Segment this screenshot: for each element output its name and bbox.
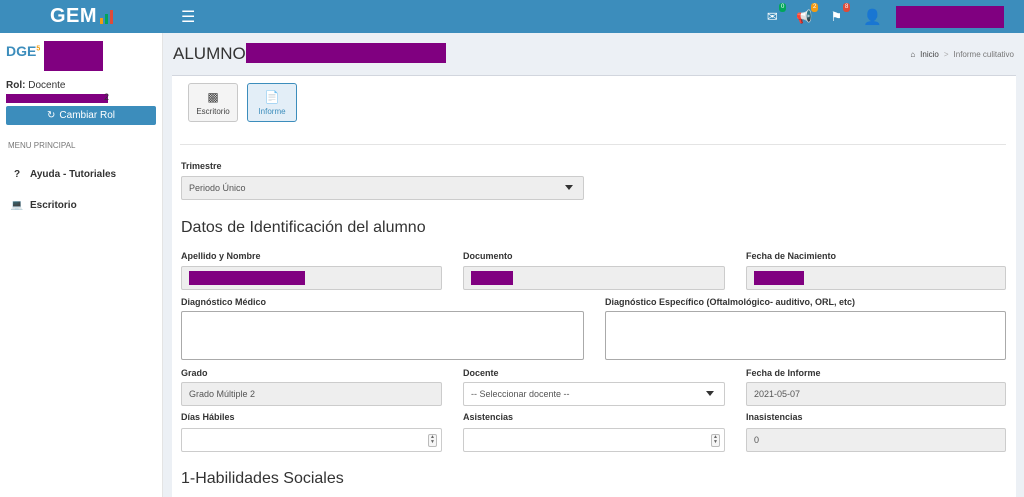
cambiar-rol-button[interactable]: ↻ Cambiar Rol	[6, 106, 156, 125]
breadcrumb: ⌂ Inicio > Informe culitativo	[910, 50, 1014, 59]
grado-field[interactable]: Grado Múltiple 2	[181, 382, 442, 406]
sidebar-item-label: Ayuda - Tutoriales	[30, 168, 117, 180]
app-logo[interactable]: GEM	[0, 0, 163, 33]
asistencias-label: Asistencias	[463, 412, 514, 422]
spinner-icon[interactable]: ▲ ▼	[711, 434, 720, 447]
sidebar-item-escritorio[interactable]: 💻 Escritorio	[0, 195, 163, 215]
sidebar: DGE5 Rol: Docente 2 ↻ Cambiar Rol MENU P…	[0, 33, 163, 497]
fecha-informe-value: 2021-05-07	[754, 389, 801, 399]
brand-text: DGE	[6, 43, 37, 59]
menu-header: MENU PRINCIPAL	[8, 141, 76, 150]
asistencias-input[interactable]: ▲ ▼	[463, 428, 725, 452]
document-icon: 📄	[264, 89, 280, 104]
brand-logo: DGE5	[6, 43, 40, 59]
trimestre-label: Trimestre	[181, 161, 222, 171]
documento-field[interactable]	[463, 266, 725, 290]
fecha-informe-field[interactable]: 2021-05-07	[746, 382, 1006, 406]
breadcrumb-current: Informe culitativo	[953, 50, 1014, 59]
tab-informe[interactable]: 📄 Informe	[247, 83, 297, 122]
diagnostico-medico-textarea[interactable]	[181, 311, 584, 360]
id-card-icon: ▩	[207, 89, 219, 104]
dias-habiles-input[interactable]: ▲ ▼	[181, 428, 442, 452]
docente-select[interactable]: -- Seleccionar docente --	[463, 382, 725, 406]
user-icon[interactable]: 👤	[863, 8, 882, 26]
inasistencias-label: Inasistencias	[746, 412, 803, 422]
school-redacted	[6, 94, 108, 103]
trimestre-select[interactable]: Periodo Único	[181, 176, 584, 200]
hamburger-icon[interactable]: ☰	[181, 7, 195, 27]
fecha-nacimiento-field[interactable]	[746, 266, 1006, 290]
inasistencias-field[interactable]: 0	[746, 428, 1006, 452]
rol-value: Docente	[28, 80, 66, 91]
page-title: ALUMNO:	[173, 44, 251, 63]
top-navbar: GEM ☰ ✉ 0 📢 2 ⚑ 8 👤	[0, 0, 1024, 33]
fecha-nacimiento-label: Fecha de Nacimiento	[746, 251, 837, 261]
user-name-redacted	[44, 41, 103, 71]
student-name-redacted	[246, 43, 446, 63]
tab-label: Informe	[258, 106, 286, 116]
dias-habiles-label: Días Hábiles	[181, 412, 235, 422]
question-icon: ?	[13, 168, 21, 180]
spinner-icon[interactable]: ▲ ▼	[428, 434, 437, 447]
notif-badge-messages: 0	[778, 2, 787, 12]
docente-placeholder: -- Seleccionar docente --	[471, 389, 570, 399]
chevron-down-icon	[565, 185, 573, 190]
divider	[180, 144, 1006, 145]
documento-redacted	[471, 271, 513, 285]
inasistencias-value: 0	[754, 435, 760, 445]
section-identificacion: Datos de Identificación del alumno	[181, 219, 426, 236]
user-role: Rol: Docente	[6, 80, 65, 91]
content-header: ALUMNO: ⌂ Inicio > Informe culitativo	[163, 33, 1024, 75]
grado-value: Grado Múltiple 2	[189, 389, 256, 399]
tab-label: Escritorio	[196, 106, 230, 116]
fecha-informe-label: Fecha de Informe	[746, 368, 821, 378]
home-icon: ⌂	[910, 50, 916, 59]
megaphone-icon[interactable]: 📢 2	[795, 2, 819, 25]
diagnostico-especifico-label: Diagnóstico Específico (Oftalmológico- a…	[605, 297, 856, 307]
chevron-down-icon	[706, 391, 714, 396]
fecha-nacimiento-redacted	[754, 271, 804, 285]
flag-icon[interactable]: ⚑ 8	[827, 2, 851, 25]
sidebar-item-label: Escritorio	[30, 199, 77, 211]
cambiar-rol-label: Cambiar Rol	[59, 110, 115, 121]
diagnostico-especifico-textarea[interactable]	[605, 311, 1006, 360]
main-panel: ▩ Escritorio 📄 Informe Trimestre Periodo…	[172, 75, 1016, 497]
apellido-nombre-label: Apellido y Nombre	[181, 251, 261, 261]
documento-label: Documento	[463, 251, 513, 261]
logo-bars-icon	[100, 9, 114, 24]
breadcrumb-inicio[interactable]: Inicio	[920, 50, 939, 59]
notif-badge-announcements: 2	[810, 2, 819, 12]
school-suffix: 2	[104, 92, 110, 102]
section-habilidades-sociales: 1-Habilidades Sociales	[181, 470, 344, 487]
envelope-icon[interactable]: ✉ 0	[763, 2, 787, 25]
brand-sup: 5	[36, 45, 41, 53]
diagnostico-medico-label: Diagnóstico Médico	[181, 297, 267, 307]
sidebar-item-ayuda[interactable]: ? Ayuda - Tutoriales	[0, 164, 163, 184]
laptop-icon: 💻	[10, 199, 24, 211]
docente-label: Docente	[463, 368, 499, 378]
grado-label: Grado	[181, 368, 208, 378]
notif-badge-flags: 8	[842, 2, 851, 12]
apellido-nombre-field[interactable]	[181, 266, 442, 290]
trimestre-value: Periodo Único	[189, 183, 246, 193]
refresh-icon: ↻	[47, 110, 56, 121]
logo-text: GEM	[49, 5, 98, 27]
user-name-redacted[interactable]	[896, 5, 1004, 28]
tab-escritorio[interactable]: ▩ Escritorio	[188, 83, 238, 122]
apellido-nombre-redacted	[189, 271, 305, 285]
rol-label: Rol:	[6, 80, 26, 91]
breadcrumb-separator: >	[943, 50, 949, 59]
